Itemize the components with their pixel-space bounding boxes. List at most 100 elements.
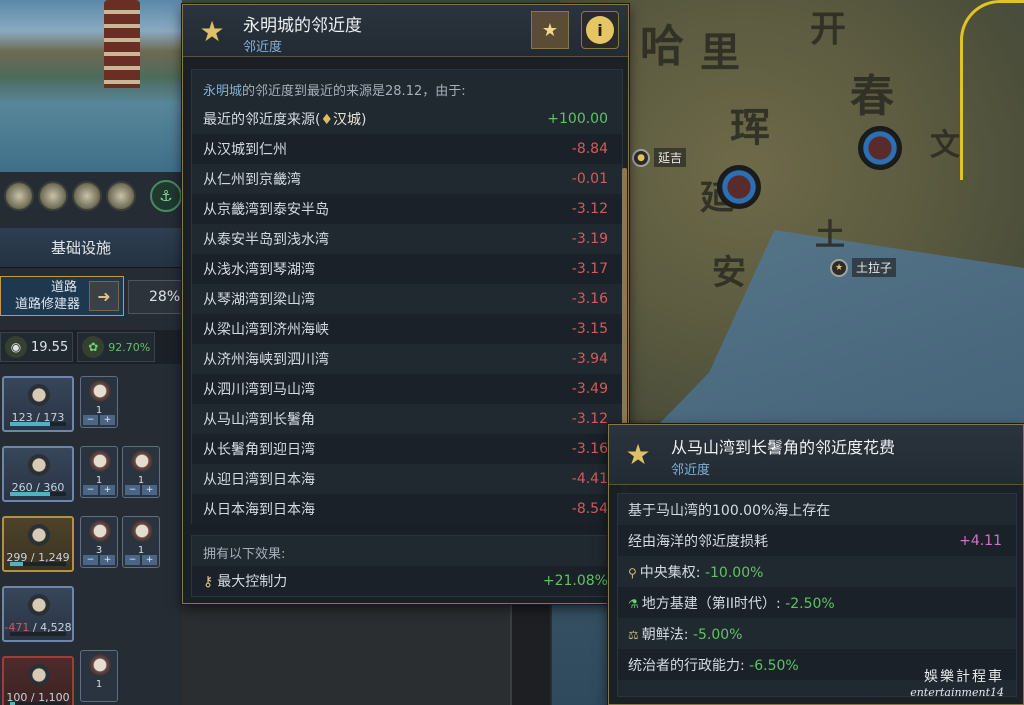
resource-icon[interactable] bbox=[106, 181, 136, 211]
centralization-icon: ⚲ bbox=[628, 565, 637, 580]
increase-button[interactable]: + bbox=[100, 555, 115, 565]
pagoda-image bbox=[104, 0, 140, 88]
tooltip-subtitle: 邻近度 bbox=[671, 463, 711, 478]
pop-card[interactable]: 123 / 173 bbox=[2, 376, 74, 432]
decrease-button[interactable]: − bbox=[125, 555, 140, 565]
tooltip-header: ★ 永明城的邻近度 邻近度 ★ i bbox=[183, 5, 628, 57]
building-icon bbox=[88, 379, 112, 403]
infrastructure-header[interactable]: 基础设施 bbox=[0, 228, 182, 268]
effect-value: +21.08% bbox=[542, 573, 608, 589]
breakdown-row: 从仁州到京畿湾 -0.01 bbox=[192, 164, 622, 194]
resource-icon[interactable] bbox=[38, 181, 68, 211]
pop-card[interactable]: -471 / 4,528 bbox=[2, 586, 74, 642]
increase-button[interactable]: + bbox=[142, 485, 157, 495]
cost-value: -10.00% bbox=[704, 564, 764, 581]
building-slot[interactable]: 1 − + bbox=[80, 376, 118, 428]
army-marker[interactable] bbox=[717, 165, 761, 209]
breakdown-row: 从济州海峡到泗川湾 -3.94 bbox=[192, 344, 622, 374]
row-label: 从梁山湾到济州海峡 bbox=[203, 322, 329, 338]
panel-scrollbar[interactable] bbox=[510, 600, 550, 705]
anchor-icon[interactable]: ⚓ bbox=[150, 180, 182, 212]
breakdown-row[interactable]: 从马山湾到长鬐角 -3.12 bbox=[192, 404, 622, 434]
row-value: -4.41 bbox=[571, 471, 608, 487]
building-icon bbox=[88, 449, 112, 473]
row-value: -8.84 bbox=[571, 141, 608, 157]
breakdown-rows: 最近的邻近度来源(♦汉城) +100.00 从汉城到仁州 -8.84 从仁州到京畿… bbox=[192, 104, 622, 524]
row-value: -0.01 bbox=[571, 171, 608, 187]
effects-header: 拥有以下效果: bbox=[203, 547, 286, 562]
info-icon: i bbox=[586, 16, 614, 44]
pop-card[interactable]: 260 / 360 bbox=[2, 446, 74, 502]
breakdown-row: 从泰安半岛到浅水湾 -3.19 bbox=[192, 224, 622, 254]
road-percent: 28% bbox=[128, 280, 182, 314]
pop-bar bbox=[10, 422, 66, 426]
decrease-button[interactable]: − bbox=[83, 415, 98, 425]
row-label: 最近的邻近度来源(♦汉城) bbox=[203, 112, 367, 128]
proximity-star-button[interactable]: ★ bbox=[531, 11, 569, 49]
breakdown-row: 从泗川湾到马山湾 -3.49 bbox=[192, 374, 622, 404]
watermark: 娛樂計程車 entertainment14 bbox=[910, 669, 1004, 701]
city-pin-icon: ● bbox=[632, 148, 650, 167]
increase-button[interactable]: + bbox=[100, 415, 115, 425]
building-slot[interactable]: 1 − + bbox=[122, 516, 160, 568]
road-builder-button[interactable]: 道路 道路修建器 ➜ bbox=[0, 276, 124, 316]
city-label-tulazi[interactable]: ★ 土拉子 bbox=[830, 258, 897, 277]
increase-button[interactable]: + bbox=[142, 555, 157, 565]
cost-label: 朝鲜法: bbox=[641, 626, 689, 643]
building-icon bbox=[88, 653, 112, 677]
row-label: 从马山湾到长鬐角 bbox=[203, 412, 315, 428]
row-value: -3.19 bbox=[571, 231, 608, 247]
decrease-button[interactable]: − bbox=[83, 485, 98, 495]
cost-breakdown: 基于马山湾的100.00%海上存在 经由海洋的邻近度损耗 +4.11 ⚲ 中央集权:… bbox=[617, 493, 1017, 697]
cost-row: ⚖ 朝鲜法: -5.00% bbox=[618, 618, 1016, 649]
resource-icon[interactable] bbox=[4, 181, 34, 211]
army-marker[interactable] bbox=[858, 126, 902, 170]
row-value: -3.94 bbox=[571, 351, 608, 367]
pop-icon bbox=[28, 594, 50, 616]
city-label-yanji[interactable]: ● 延吉 bbox=[632, 148, 687, 167]
country-border bbox=[960, 0, 1024, 180]
resource-icon[interactable] bbox=[72, 181, 102, 211]
game-screen: 哈 里 开 珲 春 文 延 安 土 ● 延吉 ★ 土拉子 ⚓ 基础设施 道路 道… bbox=[0, 0, 1024, 705]
effect-row: ⚷ 最大控制力 +21.08% bbox=[192, 566, 622, 596]
cost-label: 中央集权: bbox=[639, 564, 701, 581]
pop-icon bbox=[28, 454, 50, 476]
cost-value: -6.50% bbox=[749, 657, 799, 674]
pop-icon bbox=[28, 664, 50, 686]
signpost-icon: ➜ bbox=[89, 281, 119, 311]
cost-label: 地方基建（第II时代）: bbox=[641, 595, 781, 612]
city-pin-icon: ★ bbox=[830, 258, 848, 277]
row-label: 从京畿湾到泰安半岛 bbox=[203, 202, 329, 218]
row-value: -3.12 bbox=[571, 411, 608, 427]
building-icon bbox=[88, 519, 112, 543]
increase-button[interactable]: + bbox=[100, 485, 115, 495]
row-label: 从迎日湾到日本海 bbox=[203, 472, 315, 488]
row-value: -8.54 bbox=[571, 501, 608, 517]
building-slot[interactable]: 1 − + bbox=[122, 446, 160, 498]
effects-box: 拥有以下效果: ⚷ 最大控制力 +21.08% bbox=[191, 535, 623, 597]
breakdown-row: 从浅水湾到琴湖湾 -3.17 bbox=[192, 254, 622, 284]
breakdown-row: 从长鬐角到迎日湾 -3.16 bbox=[192, 434, 622, 464]
decrease-button[interactable]: − bbox=[83, 555, 98, 565]
row-label: 从浅水湾到琴湖湾 bbox=[203, 262, 315, 278]
cost-value: -2.50% bbox=[785, 595, 835, 612]
info-button[interactable]: i bbox=[581, 11, 619, 49]
map-region-char: 开 bbox=[810, 8, 847, 50]
row-value: -3.17 bbox=[571, 261, 608, 277]
growth-stat[interactable]: ✿ 92.70% bbox=[77, 332, 156, 362]
pop-card[interactable]: 100 / 1,100 bbox=[2, 656, 74, 705]
row-label: 从仁州到京畿湾 bbox=[203, 172, 301, 188]
building-slot[interactable]: 3 − + bbox=[80, 516, 118, 568]
growth-value: 92.70% bbox=[108, 340, 151, 354]
proximity-star-icon: ★ bbox=[625, 437, 651, 471]
breakdown-row: 从京畿湾到泰安半岛 -3.12 bbox=[192, 194, 622, 224]
building-slot[interactable]: 1 bbox=[80, 650, 118, 702]
goods-stat[interactable]: ◉ 19.55 bbox=[0, 332, 74, 362]
watermark-chinese: 娛樂計程車 bbox=[924, 669, 1004, 685]
decrease-button[interactable]: − bbox=[125, 485, 140, 495]
pop-card[interactable]: 299 / 1,249 bbox=[2, 516, 74, 572]
building-slot[interactable]: 1 − + bbox=[80, 446, 118, 498]
map-region-char: 哈 bbox=[640, 21, 684, 72]
building-icon bbox=[130, 519, 154, 543]
proximity-star-icon: ★ bbox=[199, 14, 225, 48]
